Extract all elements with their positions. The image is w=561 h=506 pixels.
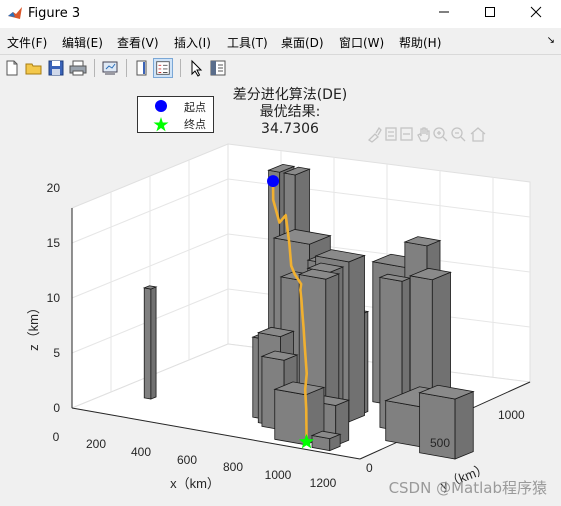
insert-colorbar-icon[interactable]	[132, 58, 152, 78]
menu-overflow-icon[interactable]: ↘	[547, 35, 555, 46]
link-plot-icon[interactable]	[100, 58, 120, 78]
y-tick-label: 0	[366, 461, 373, 475]
x-tick-label: 1000	[265, 468, 292, 482]
z-tick-label: 15	[47, 236, 61, 250]
start-point-marker	[267, 175, 280, 188]
z-tick-label: 0	[53, 401, 60, 415]
x-tick-label: 1200	[310, 476, 337, 490]
menu-help[interactable]: 帮助(H)	[399, 34, 441, 51]
edit-plot-arrow-icon[interactable]	[186, 58, 206, 78]
menu-edit[interactable]: 编辑(E)	[62, 34, 103, 51]
close-icon	[530, 6, 542, 18]
menu-view[interactable]: 查看(V)	[117, 34, 159, 51]
menu-insert[interactable]: 插入(I)	[174, 34, 211, 51]
save-icon[interactable]	[46, 58, 66, 78]
matlab-logo-icon	[8, 7, 22, 19]
title-bar: Figure 3	[0, 0, 561, 28]
insert-legend-button[interactable]	[153, 58, 173, 78]
x-axis-label: x（km）	[170, 476, 220, 491]
property-inspector-icon[interactable]	[208, 58, 228, 78]
insert-legend-icon	[156, 61, 170, 75]
menu-tools[interactable]: 工具(T)	[227, 34, 268, 51]
figure-canvas[interactable]: 差分进化算法(DE) 最优结果: 34.7306 起点 终点 0 5 10 15…	[0, 81, 561, 506]
z-axis-ticks: 0 5 10 15 20	[47, 181, 61, 415]
obstacle-face	[454, 390, 474, 460]
menu-desktop[interactable]: 桌面(D)	[281, 34, 324, 51]
x-tick-label: 0	[53, 430, 60, 444]
obstacle-face	[274, 388, 307, 446]
y-tick-label: 500	[430, 436, 450, 450]
new-figure-icon[interactable]	[2, 58, 22, 78]
print-icon[interactable]	[68, 58, 88, 78]
menu-window[interactable]: 窗口(W)	[339, 34, 384, 51]
close-button[interactable]	[513, 0, 559, 28]
obstacle-face	[385, 400, 422, 448]
toolbar-separator	[126, 59, 127, 77]
obstacle-face	[143, 287, 152, 400]
window-title: Figure 3	[28, 6, 81, 21]
minimize-icon	[439, 11, 449, 13]
x-tick-label: 400	[131, 445, 151, 459]
menu-file[interactable]: 文件(F)	[7, 34, 47, 51]
y-tick-label: 1000	[498, 408, 525, 422]
menu-bar: 文件(F) 编辑(E) 查看(V) 插入(I) 工具(T) 桌面(D) 窗口(W…	[0, 29, 561, 53]
x-tick-label: 600	[177, 453, 197, 467]
figure-toolbar	[0, 54, 561, 82]
z-tick-label: 20	[47, 181, 61, 195]
plot-3d[interactable]: 0 5 10 15 20 0 200 400 600 800 1000 1200…	[0, 81, 561, 506]
obstacle-face	[348, 254, 365, 423]
maximize-icon	[485, 7, 495, 17]
obstacle-face	[150, 286, 157, 400]
csdn-watermark: CSDN @Matlab程序猿	[388, 479, 547, 497]
z-axis-label: z（km）	[26, 301, 41, 351]
minimize-button[interactable]	[421, 0, 467, 28]
z-tick-label: 10	[47, 291, 61, 305]
open-file-icon[interactable]	[24, 58, 44, 78]
toolbar-separator	[94, 59, 95, 77]
x-tick-label: 200	[86, 437, 106, 451]
toolbar-separator	[180, 59, 181, 77]
z-tick-label: 5	[53, 346, 60, 360]
maximize-button[interactable]	[467, 0, 513, 28]
x-tick-label: 800	[223, 460, 243, 474]
